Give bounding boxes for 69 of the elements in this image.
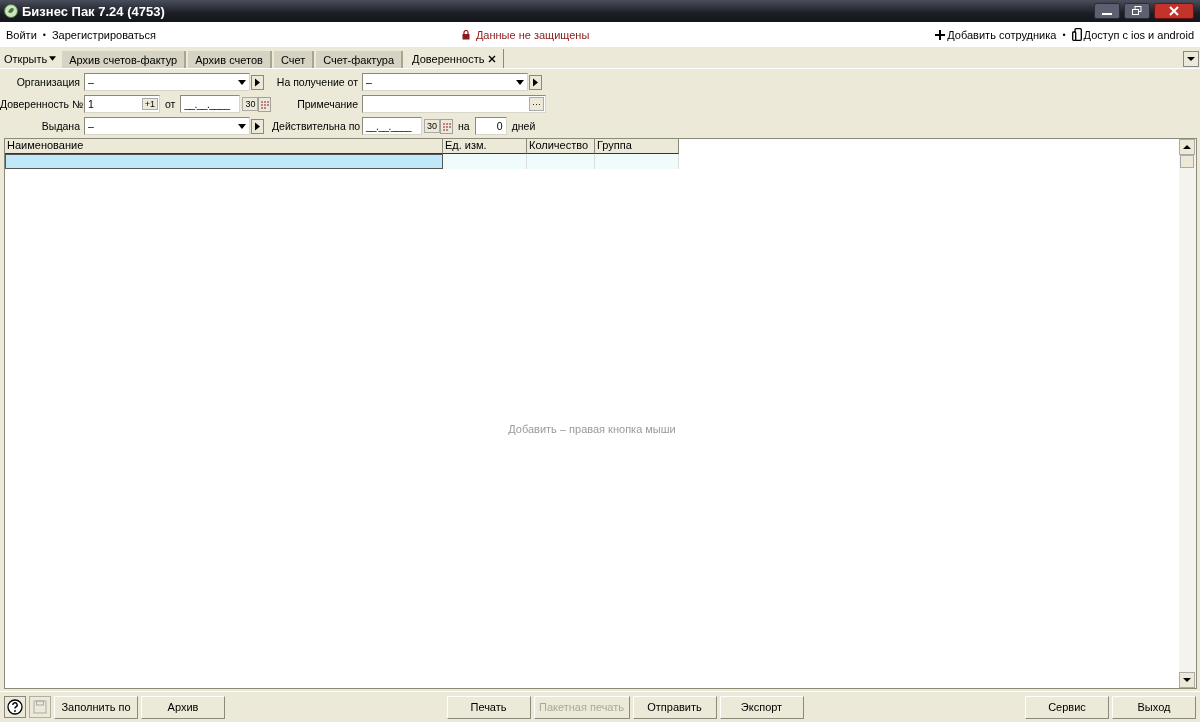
menu-link[interactable]: Войти — [6, 28, 37, 41]
toolbar-button[interactable]: Печать — [446, 695, 531, 719]
separator-dot: • — [42, 29, 46, 40]
for-label: на — [458, 120, 470, 132]
mobile-access-link[interactable]: Доступ с ios и android — [1071, 28, 1194, 41]
column-header[interactable]: Количество — [527, 139, 595, 154]
tab[interactable]: Счет — [273, 51, 315, 68]
toolbar-button[interactable]: Выход — [1112, 695, 1196, 719]
toolbar-button[interactable]: Заполнить по — [54, 695, 138, 719]
open-button[interactable] — [251, 74, 264, 90]
toolbar-button[interactable]: Архив — [141, 695, 225, 719]
open-button[interactable] — [529, 74, 542, 90]
tab[interactable]: Счет-фактура — [316, 51, 404, 68]
field-label: На получение от — [275, 76, 358, 88]
menu-link[interactable]: Зарегистрироваться — [51, 28, 156, 41]
scrollbar-thumb[interactable] — [1180, 155, 1194, 168]
field-label: Примечание — [296, 98, 358, 110]
dropdown-field[interactable]: – — [84, 73, 250, 91]
today-button[interactable]: 30 — [242, 97, 259, 111]
dropdown-arrow-icon — [238, 79, 246, 85]
app-logo-icon — [4, 4, 18, 18]
window-title: Бизнес Пак 7.24 (4753) — [22, 3, 165, 19]
more-button[interactable]: ··· — [529, 97, 544, 111]
minimize-button[interactable] — [1094, 3, 1120, 19]
plus-icon — [935, 29, 946, 40]
number-field[interactable]: 1 +1 — [84, 95, 160, 113]
field-label: Действительна по — [272, 120, 358, 132]
empty-table-hint: Добавить – правая кнопка мыши — [508, 422, 676, 435]
separator-dot: • — [1062, 29, 1066, 40]
field-label: Организация — [15, 76, 80, 88]
column-header[interactable]: Наименование — [5, 139, 443, 154]
dropdown-field[interactable]: – — [84, 117, 250, 135]
lock-icon — [461, 29, 470, 40]
open-menu[interactable]: Открыть — [4, 52, 57, 65]
tabs-dropdown-button[interactable] — [1183, 50, 1199, 67]
days-field[interactable]: 0 — [474, 117, 507, 135]
tab[interactable]: Архив счетов-фактур — [62, 51, 187, 68]
calendar-icon[interactable] — [258, 96, 272, 112]
dropdown-field[interactable]: – — [362, 73, 528, 91]
add-employee-link[interactable]: Добавить сотрудника — [935, 28, 1057, 41]
toolbar-button[interactable]: Экспорт — [719, 695, 804, 719]
close-button[interactable] — [1154, 3, 1194, 19]
table-cell — [527, 154, 595, 169]
from-label: от — [165, 98, 176, 110]
restore-button[interactable] — [1124, 3, 1150, 19]
dropdown-arrow-icon — [238, 123, 246, 129]
phone-icon — [1071, 28, 1082, 41]
scroll-down-button[interactable] — [1179, 672, 1195, 688]
toolbar-button[interactable]: Отправить — [632, 695, 717, 719]
days-label: дней — [511, 120, 536, 132]
caret-icon — [49, 56, 57, 61]
date-field[interactable]: __.__.____ — [362, 117, 422, 135]
increment-button[interactable]: +1 — [141, 98, 158, 110]
vertical-scrollbar[interactable] — [1179, 139, 1196, 688]
open-button[interactable] — [251, 118, 264, 134]
security-status: Данные не защищены — [475, 28, 590, 41]
help-button[interactable] — [4, 696, 26, 718]
close-icon[interactable] — [488, 54, 497, 63]
column-header[interactable]: Ед. изм. — [443, 139, 527, 154]
calendar-icon[interactable] — [440, 118, 453, 134]
note-field[interactable]: ··· — [362, 95, 546, 113]
column-header[interactable]: Группа — [595, 139, 679, 154]
field-label: Выдана — [40, 120, 80, 132]
dropdown-arrow-icon — [516, 79, 524, 85]
today-button[interactable]: 30 — [424, 119, 440, 133]
tab[interactable]: Архив счетов — [188, 51, 272, 68]
scroll-up-button[interactable] — [1179, 139, 1195, 155]
toolbar-button[interactable]: Сервис — [1025, 695, 1109, 719]
date-field[interactable]: __.__.____ — [180, 95, 241, 113]
